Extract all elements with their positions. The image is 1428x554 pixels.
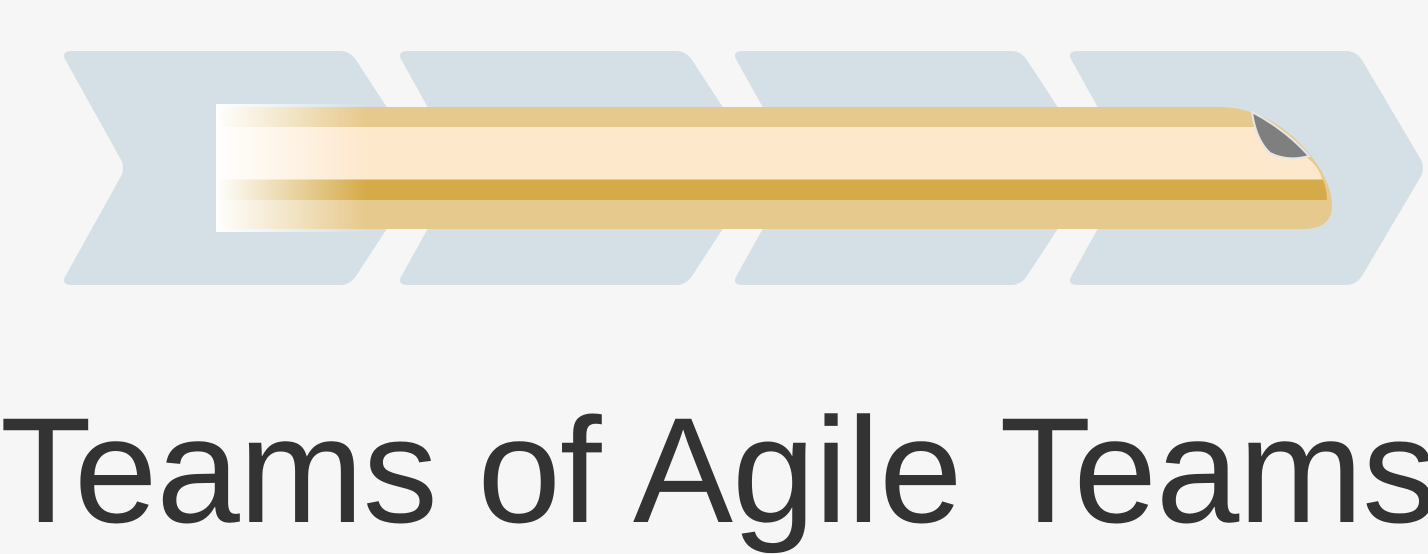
train-chevron-graphic [64,51,1423,285]
page-title: Teams of Agile Teams [0,386,1428,554]
train-motion-fade [216,104,366,232]
train-icon [216,104,1332,232]
train-light-band [218,127,1322,179]
train-dark-stripe [218,180,1327,200]
